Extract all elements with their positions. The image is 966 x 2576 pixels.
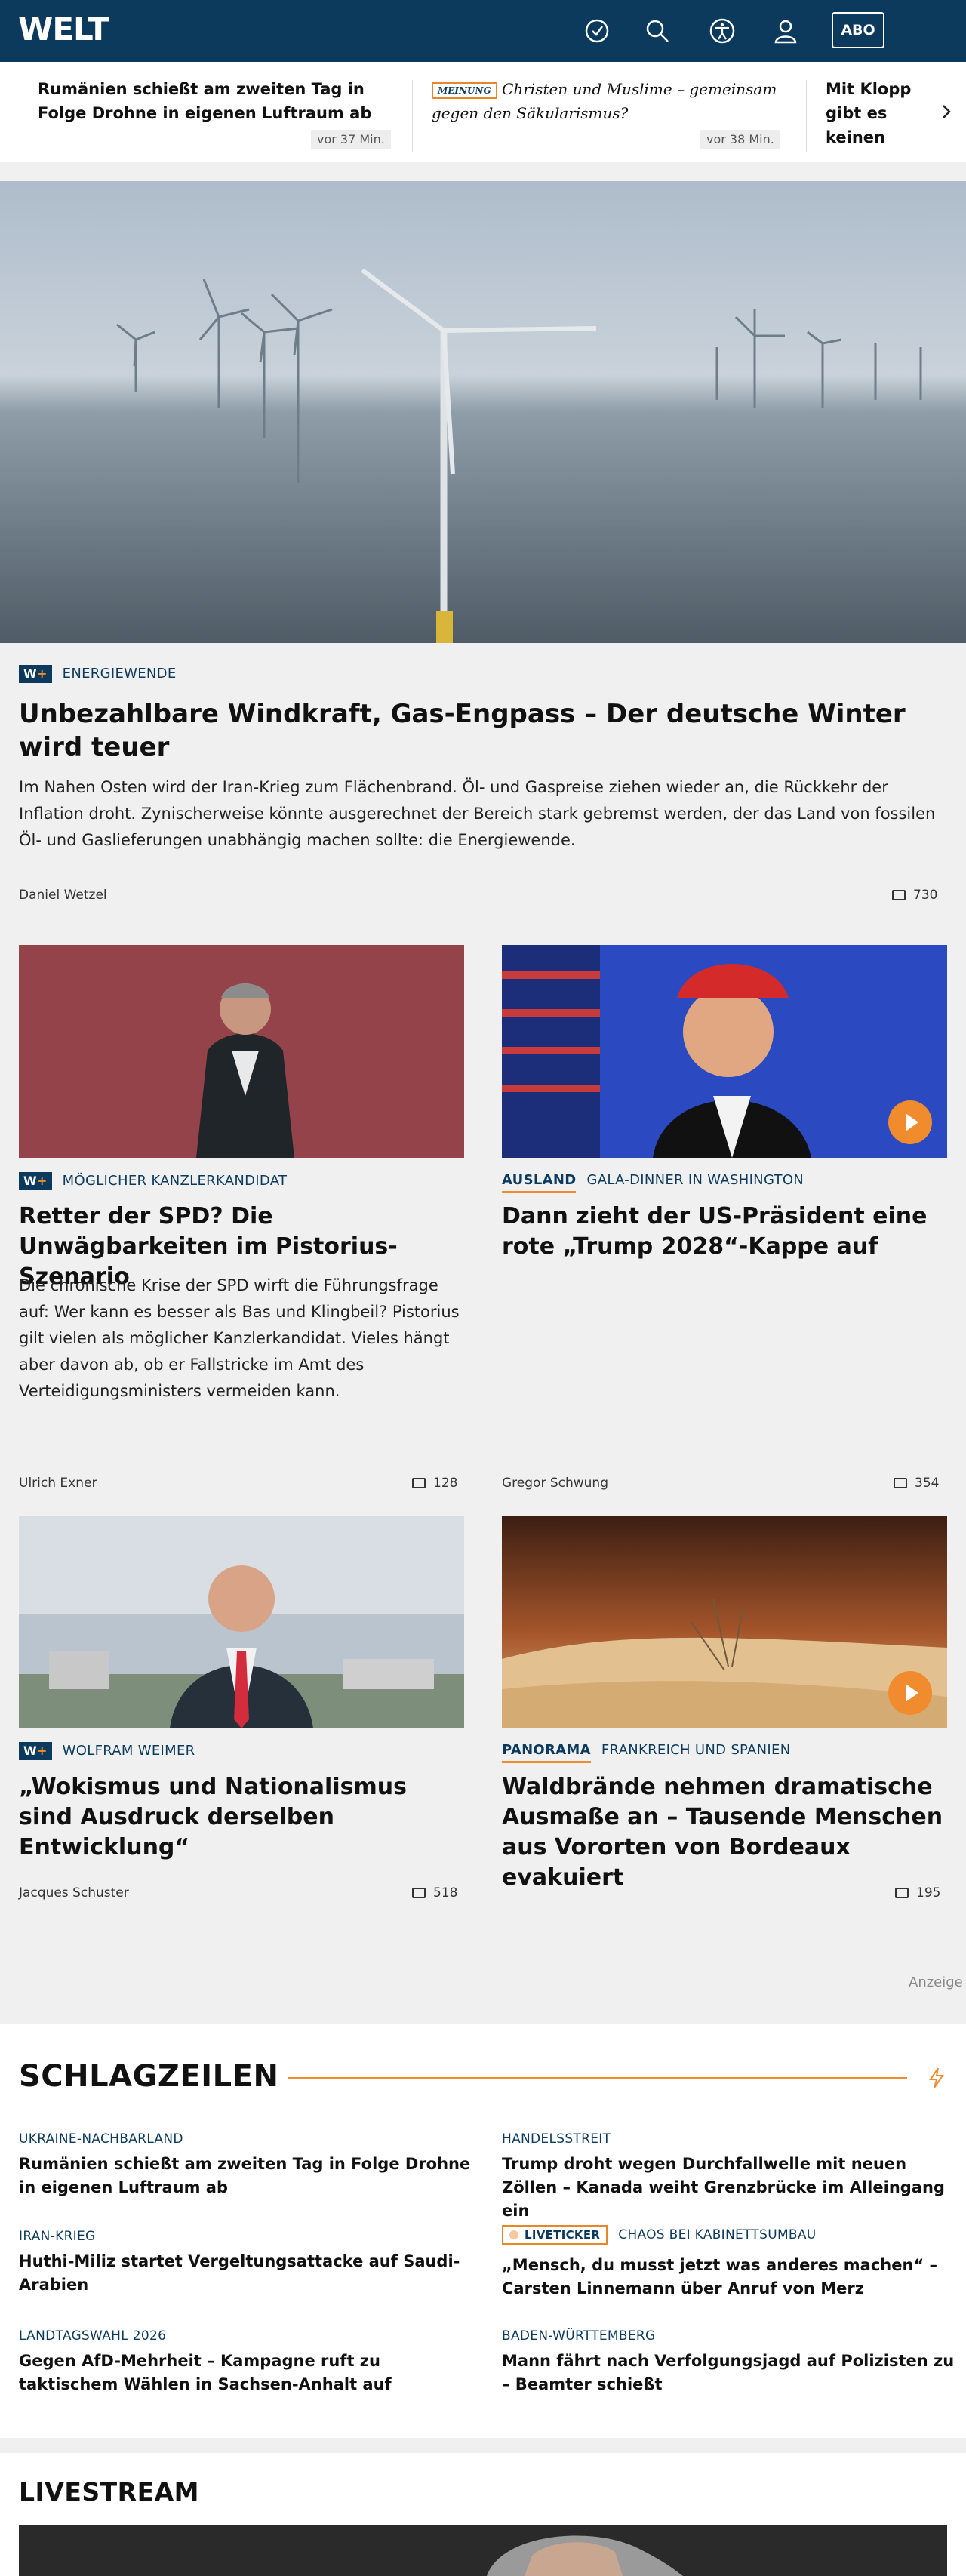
- section-label: PANORAMA: [502, 1742, 591, 1763]
- headline-title[interactable]: Huthi-Miliz startet Vergeltungsattacke a…: [19, 2250, 472, 2297]
- section-divider: [0, 2438, 966, 2453]
- hero-comments[interactable]: 730: [892, 888, 937, 903]
- card-title[interactable]: Waldbrände nehmen dramatische Ausmaße an…: [502, 1772, 947, 1893]
- headline-category[interactable]: IRAN-KRIEG: [19, 2229, 96, 2244]
- card-image[interactable]: [19, 1516, 464, 1728]
- meinung-badge: MEINUNG: [432, 82, 497, 99]
- accessibility-icon[interactable]: [708, 17, 737, 45]
- portrait-image: [19, 945, 464, 1158]
- welt-plus-badge: W+: [19, 665, 52, 683]
- card-title[interactable]: Dann zieht der US-Präsident eine rote „T…: [502, 1202, 947, 1262]
- card-comments[interactable]: 518: [412, 1885, 457, 1900]
- trump-image: [502, 945, 947, 1158]
- card-category[interactable]: W+ WOLFRAM WEIMER: [19, 1742, 195, 1760]
- section-rule: [288, 2077, 907, 2079]
- card-author[interactable]: Gregor Schwung: [502, 1476, 608, 1491]
- card-author[interactable]: Ulrich Exner: [19, 1476, 97, 1491]
- card-image[interactable]: [19, 945, 464, 1158]
- card-image[interactable]: [502, 945, 947, 1158]
- divider: [806, 80, 807, 152]
- portrait-image: [19, 1516, 464, 1728]
- card-category[interactable]: AUSLAND GALA-DINNER IN WASHINGTON: [502, 1172, 804, 1193]
- play-button[interactable]: [888, 1100, 932, 1144]
- comment-icon: [895, 1888, 909, 1898]
- card-category[interactable]: W+ MÖGLICHER KANZLERKANDIDAT: [19, 1172, 287, 1190]
- headline-title[interactable]: Trump droht wegen Durchfallwelle mit neu…: [502, 2153, 955, 2223]
- abo-button[interactable]: ABO: [832, 12, 884, 48]
- headline-title[interactable]: Mann fährt nach Verfolgungsjagd auf Poli…: [502, 2350, 955, 2396]
- chevron-right-icon[interactable]: [939, 103, 954, 121]
- wind-farm-image: [0, 181, 966, 643]
- ticker-item[interactable]: Rumänien schießt am zweiten Tag in Folge…: [38, 77, 400, 125]
- ad-slot: Anzeige: [0, 1944, 966, 2024]
- card-title[interactable]: „Wokismus und Nationalismus sind Ausdruc…: [19, 1772, 464, 1863]
- site-header: WELT ABO: [0, 0, 966, 62]
- live-dot-icon: [509, 2230, 518, 2239]
- ticker-timestamp: vor 37 Min.: [311, 130, 391, 149]
- headline-category[interactable]: HANDELSSTREIT: [502, 2131, 611, 2147]
- comment-icon: [892, 890, 906, 900]
- comment-icon: [894, 1478, 907, 1488]
- headline-title[interactable]: Rumänien schießt am zweiten Tag in Folge…: [19, 2153, 472, 2199]
- welt-logo[interactable]: WELT: [18, 11, 109, 48]
- card-author[interactable]: Jacques Schuster: [19, 1885, 129, 1900]
- liveticker-badge: LIVETICKER: [502, 2225, 608, 2245]
- welt-plus-badge: W+: [19, 1742, 52, 1760]
- user-icon[interactable]: [771, 17, 800, 45]
- hero-category[interactable]: W+ ENERGIEWENDE: [19, 665, 177, 683]
- hero-title[interactable]: Unbezahlbare Windkraft, Gas-Engpass – De…: [19, 697, 947, 764]
- lightning-icon: [929, 2067, 944, 2088]
- headline-title[interactable]: Gegen AfD-Mehrheit – Kampagne ruft zu ta…: [19, 2350, 472, 2396]
- card-comments[interactable]: 354: [894, 1476, 939, 1491]
- card-category[interactable]: PANORAMA FRANKREICH UND SPANIEN: [502, 1742, 790, 1763]
- ad-label: Anzeige: [909, 1974, 963, 1990]
- search-icon[interactable]: [643, 17, 672, 45]
- play-button[interactable]: [888, 1671, 932, 1715]
- comment-icon: [412, 1478, 426, 1488]
- headline-category[interactable]: BADEN-WÜRTTEMBERG: [502, 2328, 655, 2344]
- headline-category[interactable]: LANDTAGSWAHL 2026: [19, 2328, 166, 2344]
- section-title: SCHLAGZEILEN: [19, 2059, 279, 2094]
- livestream-player[interactable]: [19, 2525, 947, 2576]
- hero-author[interactable]: Daniel Wetzel: [19, 888, 107, 903]
- fire-dunes-image: [502, 1516, 947, 1728]
- headline-title[interactable]: „Mensch, du musst jetzt was anderes mach…: [502, 2254, 955, 2301]
- divider: [412, 80, 413, 152]
- card-image[interactable]: [502, 1516, 947, 1728]
- livestream-image: [19, 2525, 947, 2576]
- section-label: AUSLAND: [502, 1172, 577, 1193]
- headline-category[interactable]: UKRAINE-NACHBARLAND: [19, 2131, 183, 2147]
- card-comments[interactable]: 128: [412, 1476, 457, 1491]
- ticker-timestamp: vor 38 Min.: [700, 130, 780, 149]
- headline-category[interactable]: LIVETICKER CHAOS BEI KABINETTSUMBAU: [502, 2225, 817, 2245]
- card-comments[interactable]: 195: [895, 1885, 940, 1900]
- clock-icon[interactable]: [583, 17, 611, 45]
- hero-teaser[interactable]: Im Nahen Osten wird der Iran-Krieg zum F…: [19, 774, 955, 854]
- comment-icon: [412, 1888, 426, 1898]
- news-ticker: Rumänien schießt am zweiten Tag in Folge…: [0, 62, 966, 162]
- section-title: LIVESTREAM: [19, 2477, 199, 2507]
- card-teaser[interactable]: Die chronische Krise der SPD wirft die F…: [19, 1273, 464, 1405]
- welt-plus-badge: W+: [19, 1172, 52, 1190]
- ticker-item[interactable]: Mit Klopp gibt es keinen Weltmeister... …: [826, 77, 924, 152]
- hero-image[interactable]: [0, 181, 966, 643]
- ticker-item[interactable]: MEINUNG Christen und Muslime – gemeinsam…: [432, 77, 794, 125]
